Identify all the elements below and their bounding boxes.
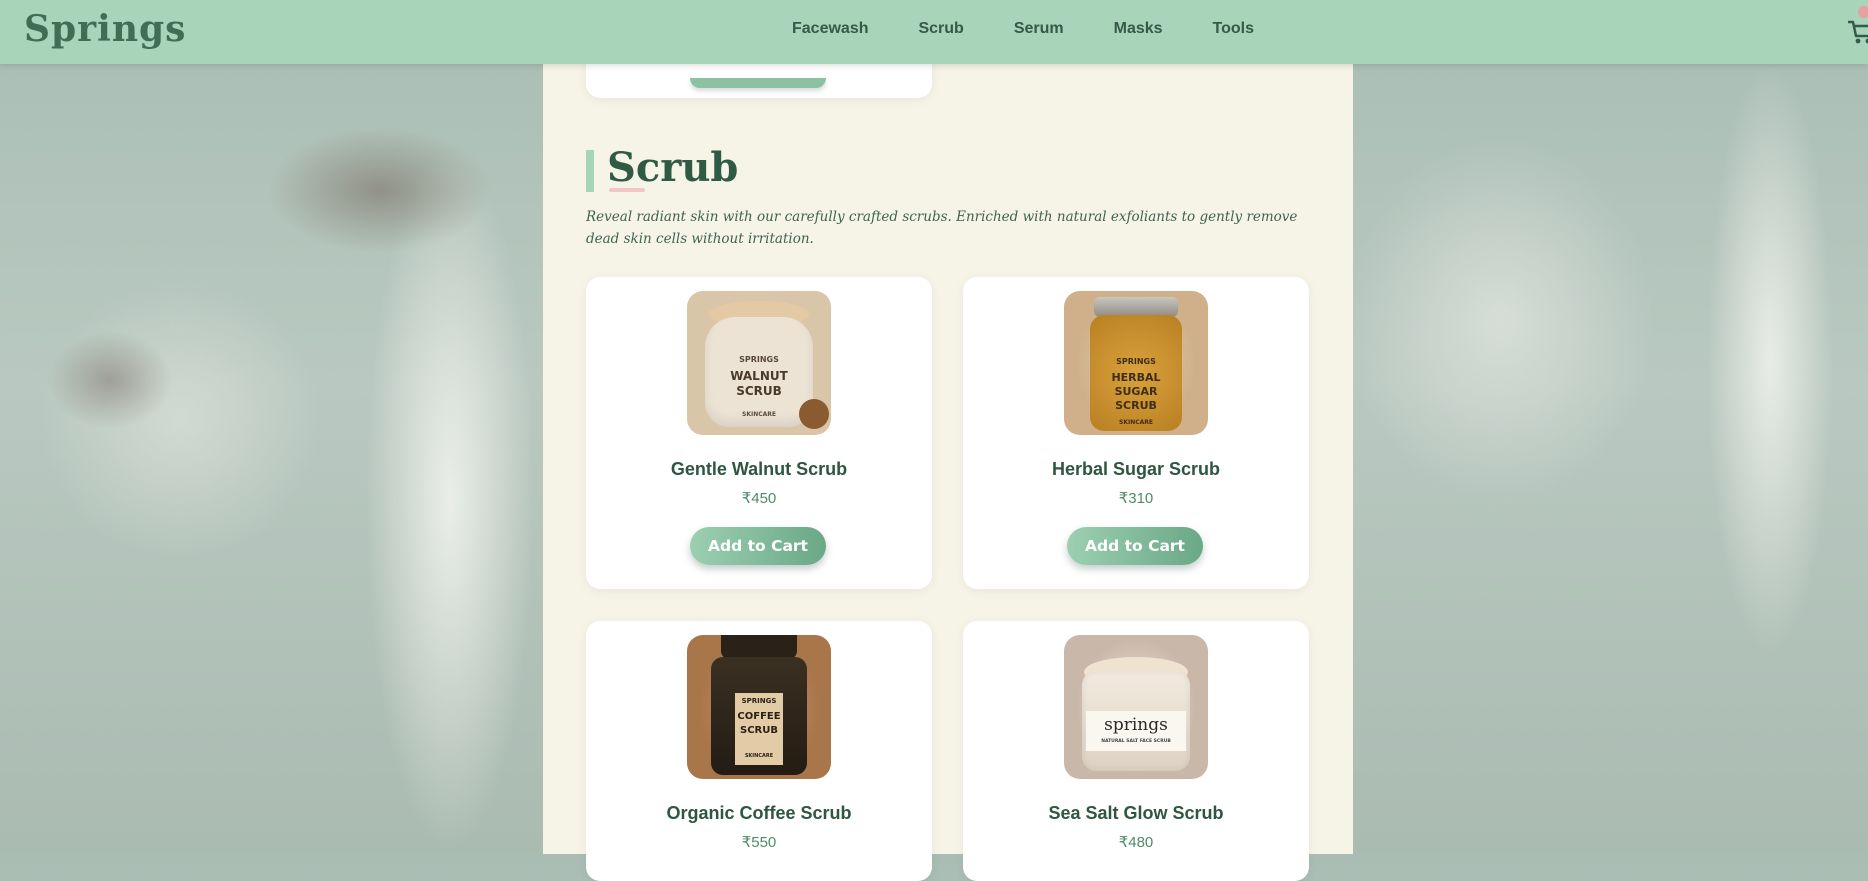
nav-menu: Facewash Scrub Serum Masks Tools [792,20,1304,38]
cart-count-badge [1858,6,1868,18]
main-content-panel: Scrub Reveal radiant skin with our caref… [543,44,1353,881]
jar-label-line: SKINCARE [744,753,774,759]
nav-link-masks[interactable]: Masks [1114,20,1163,38]
product-image-herbal-sugar-scrub: SPRINGS HERBAL SUGAR SCRUB SKINCARE [1064,291,1208,435]
jar-brand-text: SPRINGS [739,355,779,364]
jar-label-line: SKINCARE [1119,419,1153,426]
nav-link-scrub[interactable]: Scrub [918,20,963,38]
title-underline [609,188,645,192]
jar-brand-text: SPRINGS [1116,357,1156,366]
jar-label-line: HERBAL [1111,371,1161,384]
jar-label-line: SUGAR [1114,385,1158,398]
jar-label-line: SCRUB [740,725,778,736]
add-to-cart-button[interactable]: Add to Cart [1067,527,1203,565]
product-name: Sea Salt Glow Scrub [1048,803,1224,823]
product-card: SPRINGS WALNUT SCRUB SKINCARE Gentle Wal… [586,277,932,589]
top-navbar: Springs Facewash Scrub Serum Masks Tools [0,0,1868,64]
product-card: SPRINGS COFFEE SCRUB SKINCARE Organic Co… [586,621,932,881]
jar-label-line: SCRUB [736,384,782,398]
product-name: Herbal Sugar Scrub [1051,459,1221,479]
jar-label-line: COFFEE [737,711,781,722]
walnut-decoration [799,399,829,429]
product-card: springs NATURAL SALT FACE SCRUB Sea Salt… [963,621,1309,881]
jar-brand-text: springs [1104,715,1168,735]
add-to-cart-button-partial[interactable] [690,78,826,88]
nav-link-serum[interactable]: Serum [1014,20,1064,38]
product-name: Gentle Walnut Scrub [670,459,848,479]
product-price: ₹450 [741,490,777,507]
product-image-sea-salt-scrub: springs NATURAL SALT FACE SCRUB [1064,635,1208,779]
section-title: Scrub [607,144,739,191]
section-description: Reveal radiant skin with our carefully c… [586,209,1298,247]
jar-label-line: WALNUT [730,369,788,383]
product-image-coffee-scrub: SPRINGS COFFEE SCRUB SKINCARE [687,635,831,779]
add-to-cart-button[interactable]: Add to Cart [690,527,826,565]
product-price: ₹310 [1118,490,1154,507]
jar-label-line: NATURAL SALT FACE SCRUB [1101,739,1171,744]
cart-icon[interactable] [1846,18,1868,46]
product-price: ₹550 [741,834,777,851]
nav-link-facewash[interactable]: Facewash [792,20,868,38]
jar-brand-text: SPRINGS [741,697,777,705]
jar-label-line: SKINCARE [742,411,776,418]
site-logo[interactable]: Springs [24,8,186,50]
product-name: Organic Coffee Scrub [666,803,852,823]
nav-link-tools[interactable]: Tools [1213,20,1254,38]
jar-label-line: SCRUB [1115,399,1157,412]
product-card: SPRINGS HERBAL SUGAR SCRUB SKINCARE Herb… [963,277,1309,589]
section-accent-bar [586,150,594,192]
product-price: ₹480 [1118,834,1154,851]
product-image-walnut-scrub: SPRINGS WALNUT SCRUB SKINCARE [687,291,831,435]
